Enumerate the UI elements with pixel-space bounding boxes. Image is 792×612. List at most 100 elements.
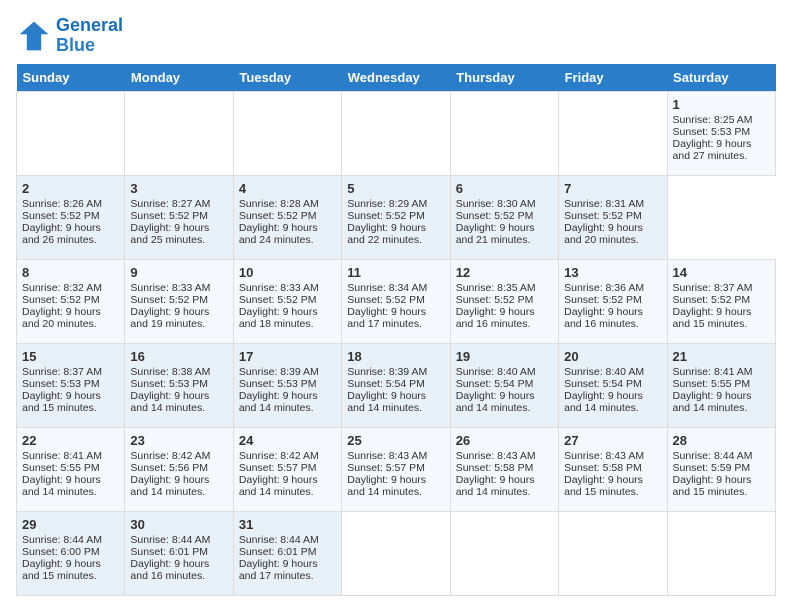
calendar-cell bbox=[559, 511, 667, 595]
sunset: Sunset: 5:58 PM bbox=[564, 462, 642, 474]
sunset: Sunset: 5:55 PM bbox=[673, 378, 751, 390]
sunset: Sunset: 5:53 PM bbox=[130, 378, 208, 390]
logo-text: General Blue bbox=[56, 16, 123, 56]
day-header-wednesday: Wednesday bbox=[342, 64, 450, 92]
day-number: 27 bbox=[564, 433, 661, 448]
sunrise: Sunrise: 8:43 AM bbox=[347, 450, 427, 462]
daylight-hours: Daylight: 9 hours and 14 minutes. bbox=[239, 390, 318, 414]
daylight-hours: Daylight: 9 hours and 27 minutes. bbox=[673, 138, 752, 162]
calendar-cell: 20Sunrise: 8:40 AMSunset: 5:54 PMDayligh… bbox=[559, 343, 667, 427]
daylight-hours: Daylight: 9 hours and 17 minutes. bbox=[347, 306, 426, 330]
sunrise: Sunrise: 8:31 AM bbox=[564, 198, 644, 210]
sunrise: Sunrise: 8:44 AM bbox=[22, 534, 102, 546]
day-header-sunday: Sunday bbox=[17, 64, 125, 92]
day-number: 9 bbox=[130, 265, 227, 280]
sunset: Sunset: 5:57 PM bbox=[347, 462, 425, 474]
sunset: Sunset: 5:55 PM bbox=[22, 462, 100, 474]
sunset: Sunset: 5:53 PM bbox=[22, 378, 100, 390]
header-row: SundayMondayTuesdayWednesdayThursdayFrid… bbox=[17, 64, 776, 92]
sunrise: Sunrise: 8:42 AM bbox=[239, 450, 319, 462]
day-number: 5 bbox=[347, 181, 444, 196]
calendar-cell: 6Sunrise: 8:30 AMSunset: 5:52 PMDaylight… bbox=[450, 175, 558, 259]
sunrise: Sunrise: 8:41 AM bbox=[673, 366, 753, 378]
sunrise: Sunrise: 8:33 AM bbox=[130, 282, 210, 294]
calendar-cell: 28Sunrise: 8:44 AMSunset: 5:59 PMDayligh… bbox=[667, 427, 775, 511]
daylight-hours: Daylight: 9 hours and 19 minutes. bbox=[130, 306, 209, 330]
calendar-cell: 10Sunrise: 8:33 AMSunset: 5:52 PMDayligh… bbox=[233, 259, 341, 343]
page-header: General Blue bbox=[16, 16, 776, 56]
sunrise: Sunrise: 8:29 AM bbox=[347, 198, 427, 210]
sunset: Sunset: 5:53 PM bbox=[239, 378, 317, 390]
daylight-hours: Daylight: 9 hours and 14 minutes. bbox=[564, 390, 643, 414]
calendar-cell bbox=[342, 511, 450, 595]
daylight-hours: Daylight: 9 hours and 14 minutes. bbox=[456, 474, 535, 498]
sunrise: Sunrise: 8:39 AM bbox=[239, 366, 319, 378]
sunset: Sunset: 5:52 PM bbox=[130, 210, 208, 222]
sunset: Sunset: 5:52 PM bbox=[347, 294, 425, 306]
sunrise: Sunrise: 8:43 AM bbox=[564, 450, 644, 462]
sunrise: Sunrise: 8:44 AM bbox=[130, 534, 210, 546]
calendar-cell: 22Sunrise: 8:41 AMSunset: 5:55 PMDayligh… bbox=[17, 427, 125, 511]
day-number: 31 bbox=[239, 517, 336, 532]
calendar-cell: 17 Sunrise: 8:39 AMSunset: 5:53 PMDayligh… bbox=[233, 343, 341, 427]
daylight-hours: Daylight: 9 hours and 16 minutes. bbox=[456, 306, 535, 330]
sunset: Sunset: 5:52 PM bbox=[22, 210, 100, 222]
daylight-hours: Daylight: 9 hours and 14 minutes. bbox=[347, 474, 426, 498]
calendar-cell bbox=[342, 91, 450, 175]
calendar-cell: 16Sunrise: 8:38 AMSunset: 5:53 PMDayligh… bbox=[125, 343, 233, 427]
sunset: Sunset: 5:52 PM bbox=[347, 210, 425, 222]
calendar-cell bbox=[450, 511, 558, 595]
sunset: Sunset: 5:58 PM bbox=[456, 462, 534, 474]
sunset: Sunset: 6:01 PM bbox=[130, 546, 208, 558]
sunrise: Sunrise: 8:41 AM bbox=[22, 450, 102, 462]
day-number: 30 bbox=[130, 517, 227, 532]
daylight-hours: Daylight: 9 hours and 14 minutes. bbox=[456, 390, 535, 414]
calendar-cell: 30 Sunrise: 8:44 AMSunset: 6:01 PMDayligh… bbox=[125, 511, 233, 595]
sunrise: Sunrise: 8:32 AM bbox=[22, 282, 102, 294]
sunrise: Sunrise: 8:36 AM bbox=[564, 282, 644, 294]
logo: General Blue bbox=[16, 16, 123, 56]
day-number: 17 bbox=[239, 349, 336, 364]
sunset: Sunset: 5:52 PM bbox=[239, 294, 317, 306]
daylight-hours: Daylight: 9 hours and 14 minutes. bbox=[347, 390, 426, 414]
logo-icon bbox=[16, 18, 52, 54]
calendar-cell: 4Sunrise: 8:28 AMSunset: 5:52 PMDaylight… bbox=[233, 175, 341, 259]
daylight-hours: Daylight: 9 hours and 14 minutes. bbox=[130, 474, 209, 498]
daylight-hours: Daylight: 9 hours and 20 minutes. bbox=[22, 306, 101, 330]
daylight-hours: Daylight: 9 hours and 20 minutes. bbox=[564, 222, 643, 246]
sunset: Sunset: 5:59 PM bbox=[673, 462, 751, 474]
calendar-cell: 12Sunrise: 8:35 AMSunset: 5:52 PMDayligh… bbox=[450, 259, 558, 343]
calendar-cell: 19Sunrise: 8:40 AMSunset: 5:54 PMDayligh… bbox=[450, 343, 558, 427]
calendar-table: SundayMondayTuesdayWednesdayThursdayFrid… bbox=[16, 64, 776, 596]
sunrise: Sunrise: 8:37 AM bbox=[22, 366, 102, 378]
calendar-cell: 11Sunrise: 8:34 AMSunset: 5:52 PMDayligh… bbox=[342, 259, 450, 343]
calendar-cell: 21Sunrise: 8:41 AMSunset: 5:55 PMDayligh… bbox=[667, 343, 775, 427]
daylight-hours: Daylight: 9 hours and 16 minutes. bbox=[130, 558, 209, 582]
sunrise: Sunrise: 8:35 AM bbox=[456, 282, 536, 294]
sunset: Sunset: 6:00 PM bbox=[22, 546, 100, 558]
day-number: 28 bbox=[673, 433, 770, 448]
sunset: Sunset: 6:01 PM bbox=[239, 546, 317, 558]
calendar-cell: 15Sunrise: 8:37 AMSunset: 5:53 PMDayligh… bbox=[17, 343, 125, 427]
sunset: Sunset: 5:52 PM bbox=[673, 294, 751, 306]
daylight-hours: Daylight: 9 hours and 14 minutes. bbox=[673, 390, 752, 414]
sunset: Sunset: 5:52 PM bbox=[22, 294, 100, 306]
day-number: 20 bbox=[564, 349, 661, 364]
sunrise: Sunrise: 8:38 AM bbox=[130, 366, 210, 378]
calendar-cell bbox=[125, 91, 233, 175]
calendar-cell bbox=[559, 91, 667, 175]
sunrise: Sunrise: 8:34 AM bbox=[347, 282, 427, 294]
day-number: 6 bbox=[456, 181, 553, 196]
calendar-cell: 31Sunrise: 8:44 AMSunset: 6:01 PMDayligh… bbox=[233, 511, 341, 595]
day-number: 3 bbox=[130, 181, 227, 196]
sunset: Sunset: 5:52 PM bbox=[239, 210, 317, 222]
calendar-cell bbox=[450, 91, 558, 175]
day-number: 29 bbox=[22, 517, 119, 532]
daylight-hours: Daylight: 9 hours and 26 minutes. bbox=[22, 222, 101, 246]
calendar-cell: 5Sunrise: 8:29 AMSunset: 5:52 PMDaylight… bbox=[342, 175, 450, 259]
sunrise: Sunrise: 8:44 AM bbox=[673, 450, 753, 462]
calendar-week-5: 29Sunrise: 8:44 AMSunset: 6:00 PMDayligh… bbox=[17, 511, 776, 595]
calendar-cell bbox=[17, 91, 125, 175]
daylight-hours: Daylight: 9 hours and 16 minutes. bbox=[564, 306, 643, 330]
calendar-week-0: 1Sunrise: 8:25 AMSunset: 5:53 PMDaylight… bbox=[17, 91, 776, 175]
